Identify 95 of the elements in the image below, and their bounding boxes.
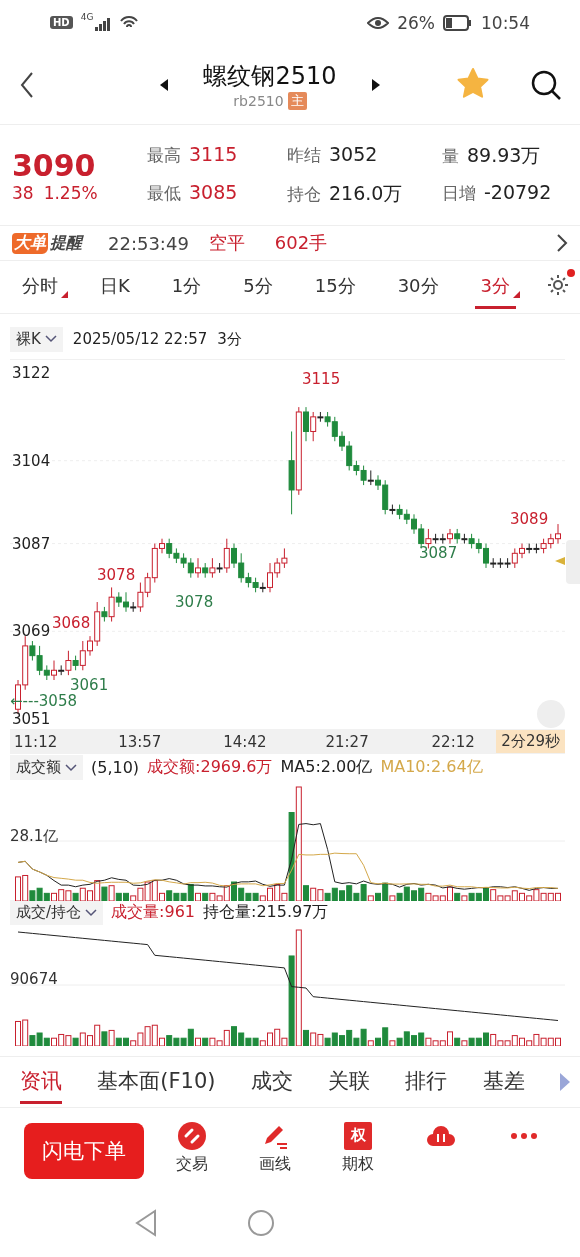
period-tab[interactable]: 1分 [165,265,208,309]
swap-icon [177,1121,206,1150]
period-tab[interactable]: 分时 [16,265,64,309]
period-tab[interactable]: 15分 [308,265,362,309]
main-contract-badge: 主 [287,91,307,110]
last-price: 3090 [12,147,97,183]
stat-label: 最低 [147,182,181,205]
price-annotation: 3078 [175,593,214,611]
price-axis-label: 3069 [12,622,51,641]
price-marker-icon [555,557,565,565]
hd-indicator: HD [50,16,73,29]
price-annotation: 3087 [419,544,458,562]
network-type: 4G [80,12,94,22]
stat-label: 最高 [147,144,181,167]
price-axis-label: 3087 [12,534,51,553]
scroll-right-icon[interactable] [559,1073,570,1091]
info-tab[interactable]: 基本面(F10) [97,1060,216,1104]
contract-code: rb2510 [233,92,284,109]
more-icon [511,1132,538,1139]
nav-home-icon[interactable] [247,1209,275,1237]
bar-countdown: 2分29秒 [496,730,565,753]
info-tab[interactable]: 成交 [250,1060,293,1104]
price-annotation: 3078 [97,566,136,584]
price-change: 38 [12,182,34,203]
alert-time: 22:53:49 [108,232,189,254]
time-axis-label: 22:12 [430,732,476,751]
price-change-percent: 1.25% [43,182,98,203]
period-tab[interactable]: 日K [94,265,136,309]
nav-back-icon[interactable] [135,1209,157,1237]
price-annotation: 3089 [510,510,549,528]
price-axis-label: 3104 [12,451,51,470]
toolbar-button[interactable]: 画线 [239,1120,311,1181]
indicator-value: 持仓量:215.97万 [203,902,329,923]
period-tab[interactable]: 30分 [391,265,445,309]
toolbar-button[interactable]: 交易 [156,1120,228,1181]
eye-icon [367,14,390,31]
info-tab[interactable]: 基差 [482,1060,525,1104]
stat-value: 216.0万 [329,181,403,206]
stat-value: 3115 [189,143,238,165]
battery-icon [443,14,473,31]
quick-order-button[interactable]: 闪电下单 [24,1122,144,1179]
chevron-down-icon [65,763,77,772]
previous-icon[interactable] [158,76,170,93]
chevron-right-icon[interactable] [556,233,568,253]
contract-title: 螺纹钢2510 [203,60,337,92]
settings-icon[interactable] [546,273,570,297]
clock-time: 10:54 [481,12,530,33]
chart-style-dropdown[interactable]: 裸K [10,326,63,352]
time-axis-label: 21:27 [324,732,370,751]
indicator-value: MA10:2.64亿 [380,757,483,778]
info-tab[interactable]: 关联 [328,1060,371,1104]
stat-label: 量 [442,145,459,168]
toolbar-button[interactable]: 权 期权 [322,1120,394,1181]
chevron-down-icon [85,908,98,917]
stat-label: 日增 [442,182,476,205]
alert-action: 空平 [208,231,245,255]
price-axis-label: 3122 [12,364,51,382]
alert-volume: 602手 [274,231,328,255]
chevron-down-icon [44,335,57,343]
price-annotation: 3115 [302,370,341,388]
indicator-dropdown[interactable]: 成交/持仓 [10,900,104,925]
axis-label: 90674 [10,970,58,988]
stat-value: 3085 [189,181,238,203]
indicator-dropdown[interactable]: 成交额 [10,755,83,780]
candlestick [303,406,309,442]
indicator-value: MA5:2.00亿 [280,757,373,778]
search-icon[interactable] [530,68,562,101]
stat-label: 持仓 [287,183,321,206]
candlestick [195,557,201,579]
indicator-params: (5,10) [91,758,140,777]
price-annotation: 3061 [70,676,109,694]
star-icon[interactable] [456,66,490,99]
info-tab[interactable]: 排行 [405,1060,448,1104]
bar-datetime: 2025/05/12 22:57 [72,330,208,348]
time-axis-label: 14:42 [222,732,268,751]
info-tab[interactable]: 资讯 [20,1060,62,1104]
period-tab[interactable]: 5分 [237,265,279,309]
price-axis-label: 3051 [12,710,51,728]
option-icon: 权 [344,1121,372,1150]
battery-percent: 26% [397,12,435,33]
bar-period: 3分 [217,329,242,349]
stat-value: 89.93万 [467,143,541,168]
stat-value: -20792 [484,181,552,203]
period-tab[interactable]: 3分 [474,265,516,309]
indicator-value: 成交量:961 [111,902,195,923]
time-axis-label: 11:12 [13,732,59,751]
stat-value: 3052 [329,143,378,165]
axis-label: 28.1亿 [10,827,59,846]
candlestick [108,586,115,623]
time-axis-label: 13:57 [117,732,163,751]
indicator-value: 成交额:2969.6万 [147,757,273,778]
price-annotation: 3068 [52,614,91,632]
side-panel-toggle[interactable] [566,540,580,584]
stat-label: 昨结 [287,144,321,167]
next-icon[interactable] [370,76,382,93]
